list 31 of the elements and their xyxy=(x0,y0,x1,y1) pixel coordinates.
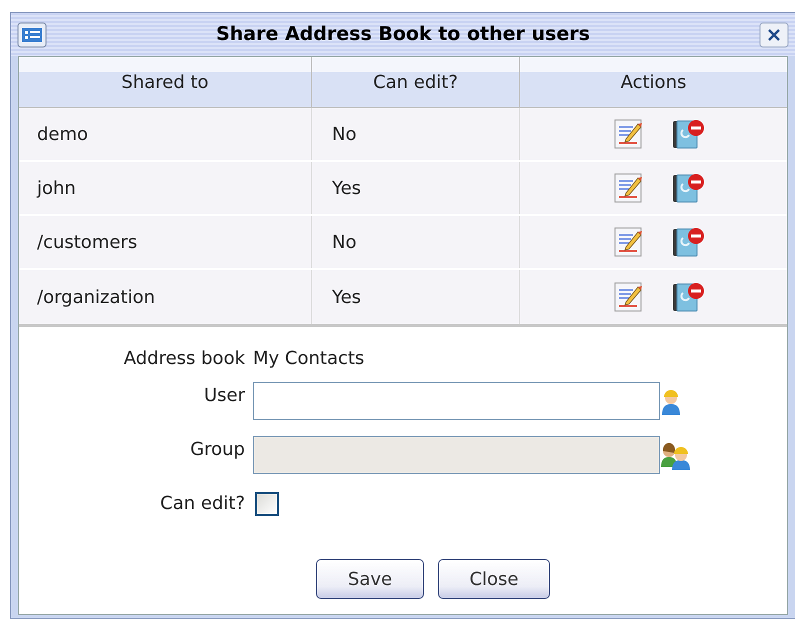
table-cell-text: No xyxy=(332,230,356,254)
delete-book-icon[interactable] xyxy=(671,226,705,258)
field-value: My Contacts xyxy=(253,347,366,371)
column-header: Actions xyxy=(620,70,686,94)
close-button[interactable]: Close xyxy=(438,559,550,599)
field-label: Address book xyxy=(122,347,245,371)
window-title: Share Address Book to other users xyxy=(215,22,591,48)
edit-icon[interactable] xyxy=(614,172,644,204)
user-field[interactable] xyxy=(253,382,660,420)
edit-icon[interactable] xyxy=(614,118,644,150)
field-label: User xyxy=(202,384,245,408)
can-edit-checkbox[interactable] xyxy=(255,492,279,516)
table-cell-text: No xyxy=(332,122,356,146)
edit-icon[interactable] xyxy=(614,281,644,313)
table-cell-text: /organization xyxy=(37,286,155,310)
table-cell-text: Yes xyxy=(332,286,362,310)
window-icon xyxy=(17,22,47,48)
save-button[interactable]: Save xyxy=(316,559,424,599)
field-label: Group xyxy=(189,438,245,462)
column-header: Shared to xyxy=(121,70,209,94)
close-icon[interactable] xyxy=(759,22,789,48)
delete-book-icon[interactable] xyxy=(671,172,705,204)
table-cell-text: Yes xyxy=(332,176,362,200)
delete-book-icon[interactable] xyxy=(671,281,705,313)
table-cell-text: demo xyxy=(37,122,88,146)
delete-book-icon[interactable] xyxy=(671,118,705,150)
field-label: Can edit? xyxy=(159,492,245,516)
table-cell-text: john xyxy=(37,176,76,200)
column-header: Can edit? xyxy=(373,70,458,94)
edit-icon[interactable] xyxy=(614,226,644,258)
table-cell-text: /customers xyxy=(37,230,138,254)
